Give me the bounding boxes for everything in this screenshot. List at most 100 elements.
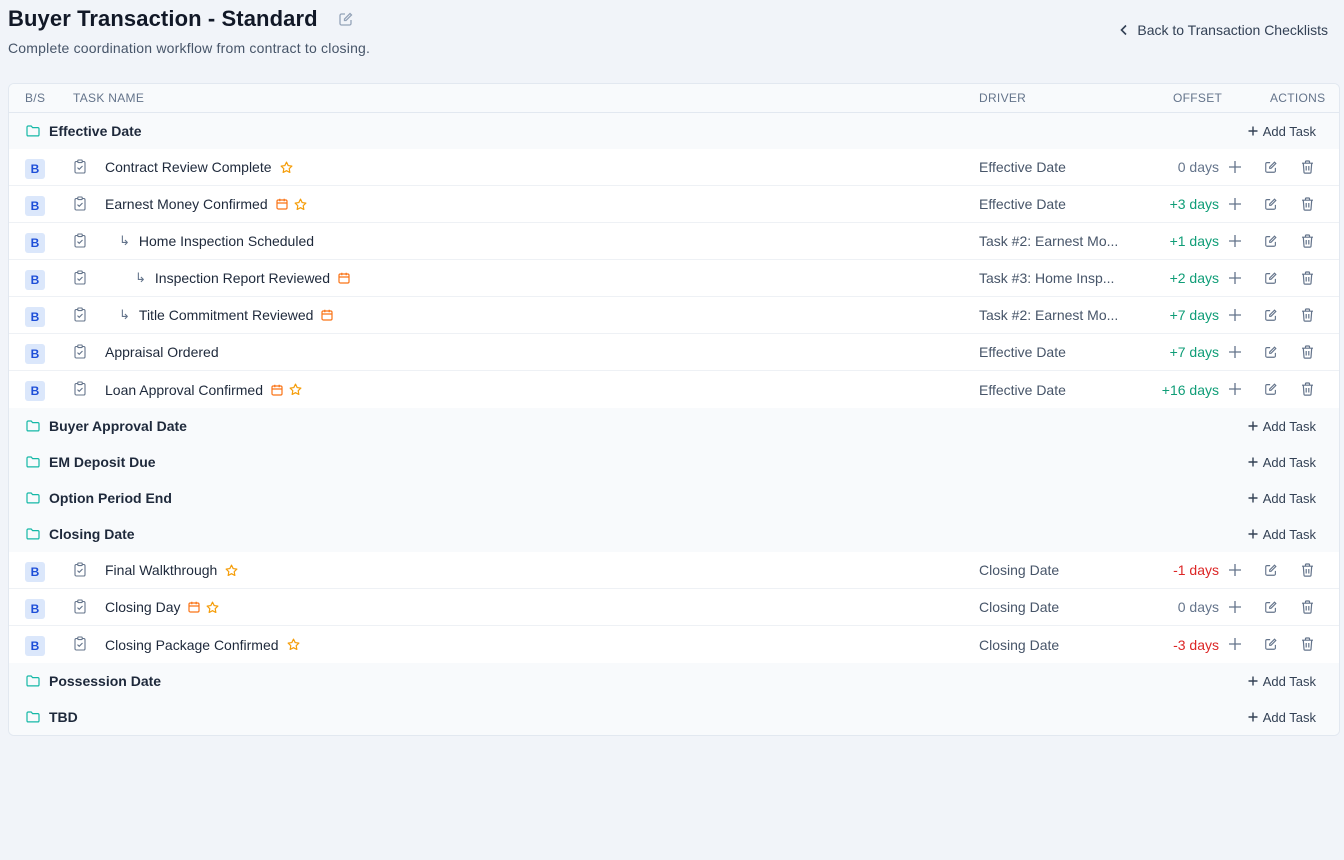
group-name: Buyer Approval Date [49, 418, 187, 434]
chevron-left-icon [1120, 24, 1127, 36]
add-subtask-icon[interactable] [1228, 308, 1242, 322]
task-driver: Effective Date [979, 344, 1066, 360]
edit-icon[interactable] [1264, 637, 1278, 651]
group-name: EM Deposit Due [49, 454, 156, 470]
star-icon [287, 638, 300, 651]
task-name-cell: Appraisal Ordered [105, 344, 219, 360]
add-task-button[interactable]: Add Task [1248, 124, 1316, 139]
side-badge: B [25, 307, 45, 327]
add-subtask-icon[interactable] [1228, 600, 1242, 614]
task-name[interactable]: Closing Package Confirmed [105, 637, 279, 653]
page-header: Buyer Transaction - Standard Complete co… [8, 6, 1328, 66]
plus-icon [1248, 421, 1263, 431]
task-name[interactable]: Closing Day [105, 599, 180, 615]
star-icon [294, 198, 307, 211]
add-subtask-icon[interactable] [1228, 563, 1242, 577]
task-name-cell: Final Walkthrough [105, 562, 238, 578]
add-task-label: Add Task [1262, 673, 1316, 689]
trash-icon[interactable] [1301, 637, 1314, 651]
task-name-cell: ↳ Title Commitment Reviewed [119, 307, 334, 323]
table-body: Effective Date Add Task B Contract Review C… [9, 113, 1339, 735]
add-subtask-icon[interactable] [1228, 234, 1242, 248]
side-badge: B [25, 381, 45, 401]
plus-icon [1248, 126, 1263, 136]
trash-icon[interactable] [1301, 345, 1314, 359]
add-task-button[interactable]: Add Task [1248, 419, 1316, 434]
add-subtask-icon[interactable] [1228, 382, 1242, 396]
task-offset: +2 days [1169, 270, 1219, 286]
trash-icon[interactable] [1301, 234, 1314, 248]
edit-title-icon[interactable] [338, 11, 354, 27]
task-name[interactable]: Final Walkthrough [105, 562, 217, 578]
task-driver: Effective Date [979, 381, 1066, 398]
table-row[interactable]: B Loan Approval Confirmed Effective Date +1… [9, 371, 1339, 408]
table-row[interactable]: B Final Walkthrough Closing Date -1 days [9, 552, 1339, 589]
add-task-button[interactable]: Add Task [1248, 710, 1316, 725]
side-badge: B [25, 159, 45, 179]
task-driver: Closing Date [979, 636, 1060, 653]
task-name[interactable]: Title Commitment Reviewed [139, 307, 314, 323]
trash-icon[interactable] [1301, 382, 1314, 396]
task-name-cell: Loan Approval Confirmed [105, 382, 302, 398]
group-name: Possession Date [49, 673, 162, 689]
folder-icon [26, 491, 40, 509]
table-row[interactable]: B Earnest Money Confirmed Effective Date +3… [9, 186, 1339, 223]
edit-icon[interactable] [1264, 345, 1278, 359]
add-task-button[interactable]: Add Task [1248, 491, 1316, 506]
add-task-label: Add Task [1262, 526, 1316, 542]
task-name[interactable]: Loan Approval Confirmed [105, 382, 263, 398]
table-row[interactable]: B Appraisal Ordered Effective Date +7 days [9, 334, 1339, 371]
edit-icon[interactable] [1264, 563, 1278, 577]
task-name[interactable]: Contract Review Complete [105, 159, 272, 175]
table-row[interactable]: B Closing Package Confirmed Closing Date -3… [9, 626, 1339, 663]
edit-icon[interactable] [1264, 382, 1278, 396]
add-subtask-icon[interactable] [1228, 345, 1242, 359]
add-subtask-icon[interactable] [1228, 197, 1242, 211]
table-row[interactable]: B Contract Review Complete Effective Date 0… [9, 149, 1339, 186]
edit-icon[interactable] [1264, 308, 1278, 322]
task-name[interactable]: Appraisal Ordered [105, 344, 219, 360]
edit-icon[interactable] [1264, 271, 1278, 285]
add-task-button[interactable]: Add Task [1248, 455, 1316, 470]
task-name[interactable]: Home Inspection Scheduled [139, 233, 314, 249]
back-to-checklists-link[interactable]: Back to Transaction Checklists [1119, 22, 1328, 38]
edit-icon[interactable] [1264, 234, 1278, 248]
add-task-label: Add Task [1262, 490, 1316, 506]
column-bs: B/S [25, 91, 46, 105]
trash-icon[interactable] [1301, 160, 1314, 174]
back-link-label: Back to Transaction Checklists [1137, 22, 1328, 38]
table-row[interactable]: B ↳ Inspection Report Reviewed Task #3: Hom… [9, 260, 1339, 297]
table-row[interactable]: B Closing Day Closing Date 0 days [9, 589, 1339, 626]
group-row: Possession Date Add Task [9, 663, 1339, 699]
add-task-button[interactable]: Add Task [1248, 527, 1316, 542]
add-task-label: Add Task [1262, 418, 1316, 434]
edit-icon[interactable] [1264, 600, 1278, 614]
add-subtask-icon[interactable] [1228, 271, 1242, 285]
trash-icon[interactable] [1301, 563, 1314, 577]
folder-icon [26, 124, 40, 142]
edit-icon[interactable] [1264, 160, 1278, 174]
group-name: Closing Date [49, 526, 135, 542]
edit-icon[interactable] [1264, 197, 1278, 211]
clipboard-icon [74, 159, 86, 179]
task-name[interactable]: Inspection Report Reviewed [155, 270, 330, 286]
add-subtask-icon[interactable] [1228, 637, 1242, 651]
group-row: TBD Add Task [9, 699, 1339, 735]
add-task-button[interactable]: Add Task [1248, 674, 1316, 689]
table-row[interactable]: B ↳ Home Inspection Scheduled Task #2: Earn… [9, 223, 1339, 260]
trash-icon[interactable] [1301, 197, 1314, 211]
page-title: Buyer Transaction - Standard [8, 6, 318, 31]
task-name[interactable]: Earnest Money Confirmed [105, 196, 268, 212]
calendar-icon [188, 601, 201, 613]
trash-icon[interactable] [1301, 271, 1314, 285]
task-table: B/S TASK NAME DRIVER OFFSET ACTIONS Effe… [8, 83, 1340, 736]
task-name-cell: Earnest Money Confirmed [105, 196, 307, 212]
trash-icon[interactable] [1301, 600, 1314, 614]
trash-icon[interactable] [1301, 308, 1314, 322]
task-driver: Closing Date [979, 562, 1060, 578]
clipboard-icon [74, 344, 86, 364]
group-name: Effective Date [49, 123, 142, 139]
subtask-arrow-icon: ↳ [119, 307, 130, 322]
add-subtask-icon[interactable] [1228, 160, 1242, 174]
table-row[interactable]: B ↳ Title Commitment Reviewed Task #2: Earn… [9, 297, 1339, 334]
